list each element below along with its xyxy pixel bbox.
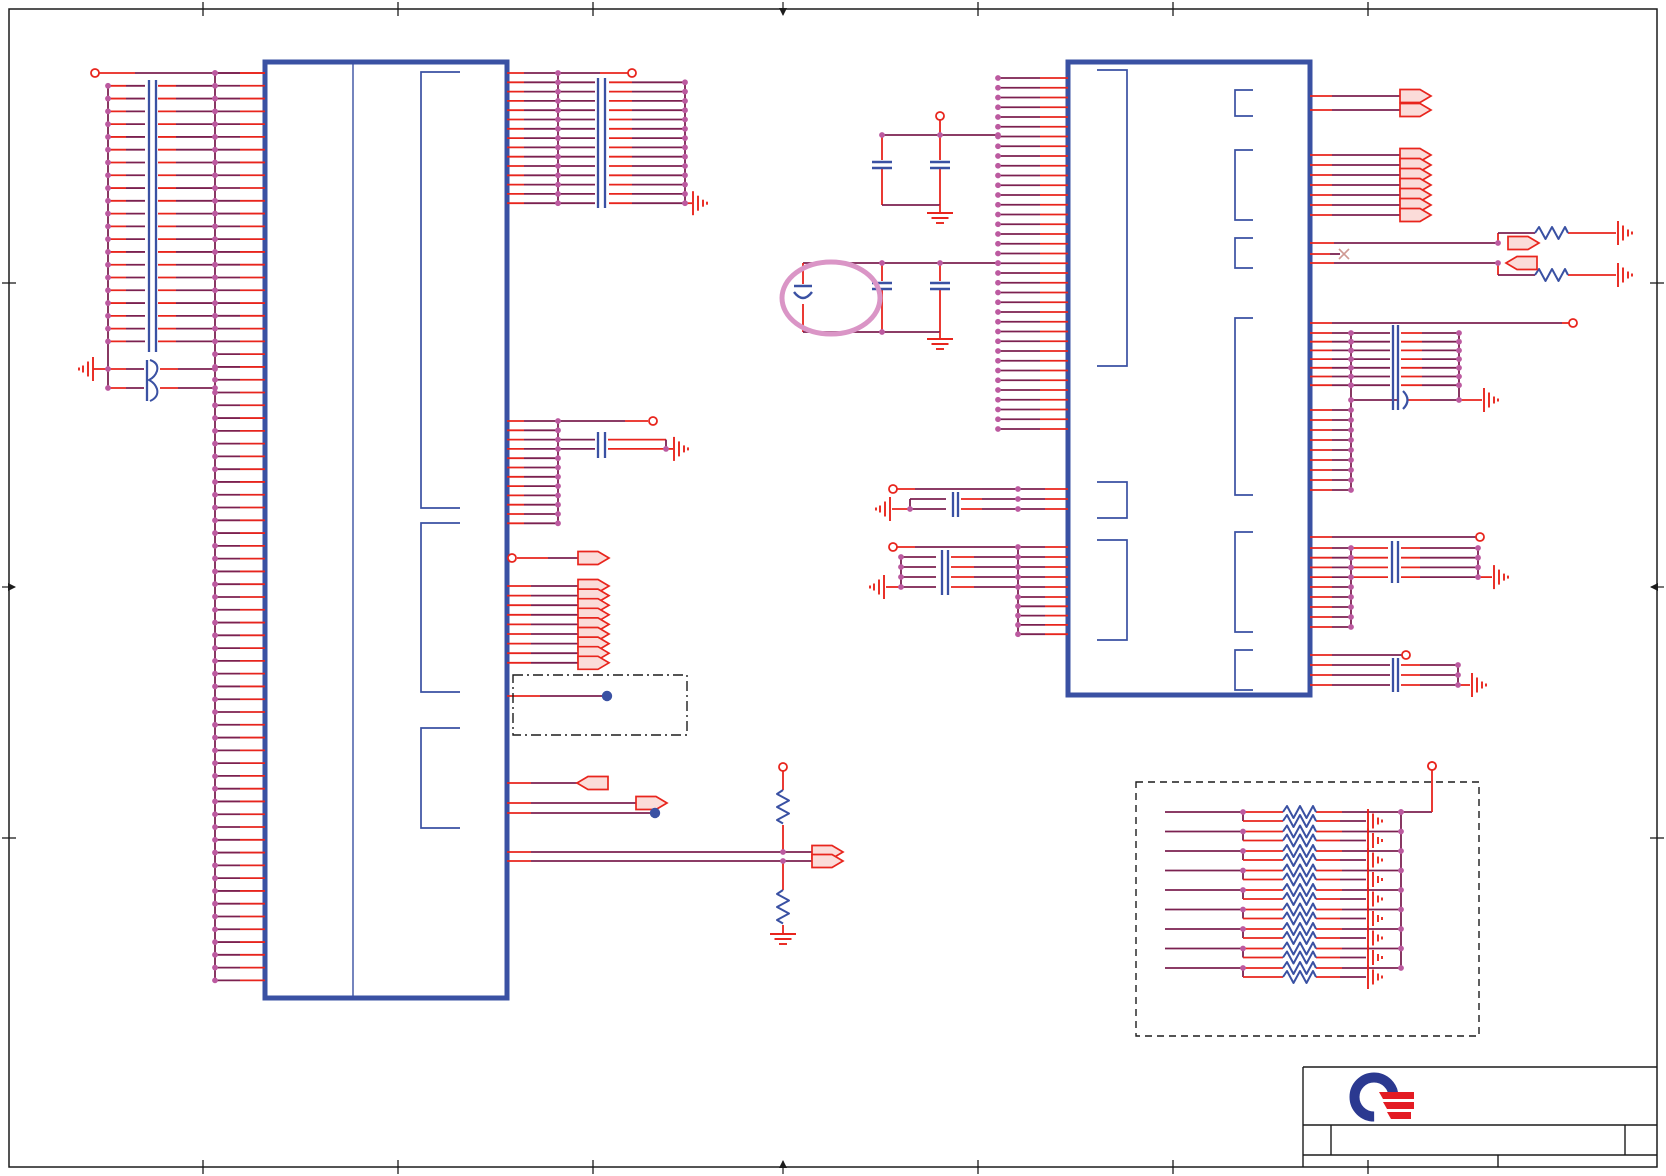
annotation-boxes <box>512 674 1480 1037</box>
r5-cap-lines <box>1310 332 1459 387</box>
right-ic-main-pins <box>998 77 1068 430</box>
right-ic-ga-pins <box>1018 488 1068 510</box>
r6-rail-pins <box>1310 586 1351 628</box>
left-ic-arrow-pins <box>507 578 611 671</box>
ic-left <box>262 59 510 1001</box>
left-ic-g1-pins <box>507 72 558 205</box>
schematic-page <box>0 0 1666 1176</box>
left-ic-left-bus-ext <box>108 84 215 343</box>
r1-arrow-pins <box>1310 88 1433 118</box>
ic-blocks <box>262 59 1313 1001</box>
ic-right <box>1065 59 1313 698</box>
title-block <box>1302 1066 1657 1167</box>
right-ic-gb-lower-pins <box>1018 596 1068 636</box>
termination-resistor-network <box>1165 761 1437 989</box>
crystal-highlight-ellipse <box>779 259 883 337</box>
left-ic-g1-cap-lines <box>558 81 685 205</box>
right-ic-gb-cap-lines <box>901 556 1018 588</box>
right-ic-gb-pins <box>1018 546 1068 588</box>
r7-cap-lines <box>1310 664 1458 686</box>
schematic-drawing <box>2 2 1664 1174</box>
r5-rail-pins <box>1310 409 1351 491</box>
left-ic-left-pins <box>215 72 265 982</box>
dash-dot-callout-box <box>512 674 688 736</box>
r2-arrow-pins <box>1310 147 1433 223</box>
company-logo <box>1349 1072 1414 1122</box>
r6-cap-lines <box>1310 547 1478 578</box>
left-ic-g2-pins <box>507 420 558 525</box>
right-ic-ga-cap-lines <box>910 498 1018 510</box>
